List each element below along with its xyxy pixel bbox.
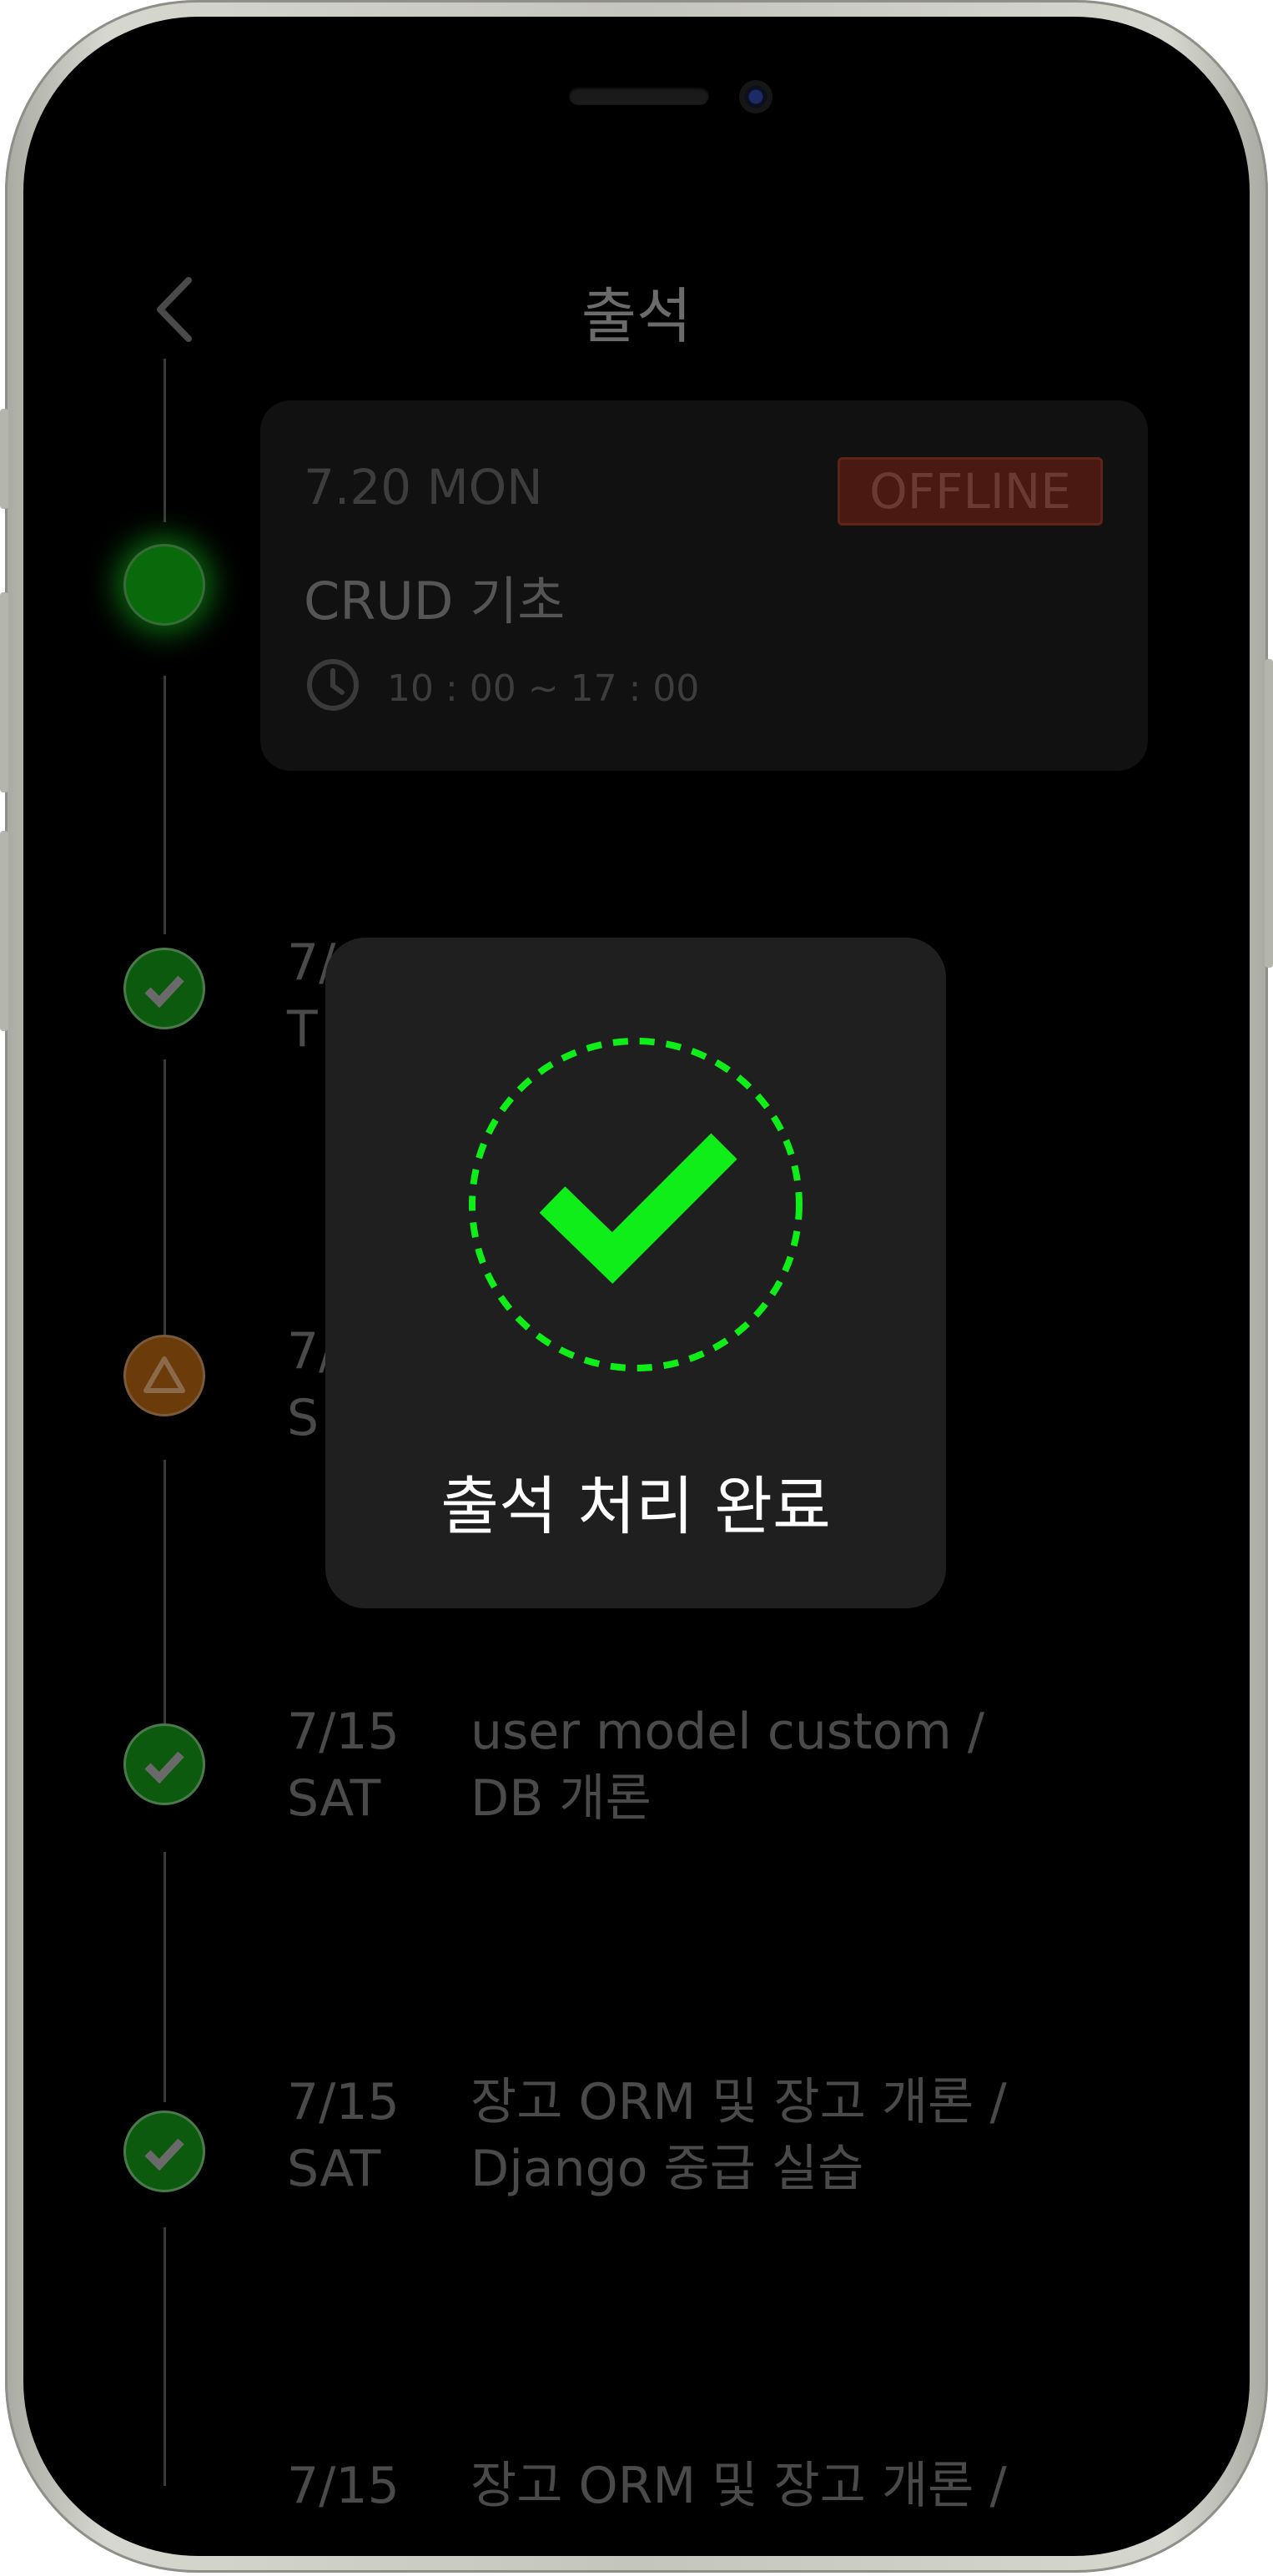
offline-badge: OFFLINE xyxy=(838,457,1103,526)
mute-switch xyxy=(0,409,8,509)
timeline-line xyxy=(164,1460,166,1727)
timeline-node-attended xyxy=(123,1723,205,1805)
screen: 출석 7.20 MON OFFLINE CRUD 기초 10 : 00 ~ 17… xyxy=(23,17,1250,2556)
front-camera xyxy=(739,80,772,113)
timeline-line xyxy=(164,1852,166,2102)
power-button xyxy=(1265,659,1273,968)
timeline-node-attended xyxy=(123,2111,205,2192)
clock-icon xyxy=(307,659,359,711)
timeline-line xyxy=(164,1059,166,1335)
session-row-title: 장고 ORM 및 장고 개론 / Django 중급 실습 xyxy=(470,2073,1007,2198)
check-icon xyxy=(144,1751,184,1784)
session-row-date: 7/15 SAT xyxy=(287,2073,400,2198)
session-card[interactable]: 7.20 MON OFFLINE CRUD 기초 10 : 00 ~ 17 : … xyxy=(260,400,1148,771)
speaker-grille xyxy=(569,87,709,105)
volume-up-button xyxy=(0,592,8,792)
success-check-icon xyxy=(469,1038,803,1371)
session-title: CRUD 기초 xyxy=(304,571,566,631)
session-row-date: 7/15 xyxy=(287,2457,400,2515)
page-title: 출석 xyxy=(581,281,692,351)
timeline-node-current xyxy=(123,544,205,626)
check-icon xyxy=(144,2138,184,2171)
success-message: 출석 처리 완료 xyxy=(440,1469,831,1543)
timeline-node-attended xyxy=(123,948,205,1029)
session-row-title: user model custom / DB 개론 xyxy=(470,1703,985,1828)
attendance-success-modal[interactable]: 출석 처리 완료 xyxy=(325,938,946,1608)
volume-down-button xyxy=(0,831,8,1031)
timeline-node-late xyxy=(123,1335,205,1416)
timeline-line xyxy=(164,2227,166,2486)
timeline-line xyxy=(164,676,166,934)
session-date: 7.20 MON xyxy=(304,459,543,516)
triangle-icon xyxy=(143,1356,185,1393)
timeline-line xyxy=(164,359,166,522)
session-time: 10 : 00 ~ 17 : 00 xyxy=(387,667,700,710)
check-icon xyxy=(144,975,184,1009)
session-row-title: 장고 ORM 및 장고 개론 / xyxy=(470,2457,1007,2515)
session-row-date: 7/15 SAT xyxy=(287,1703,400,1828)
